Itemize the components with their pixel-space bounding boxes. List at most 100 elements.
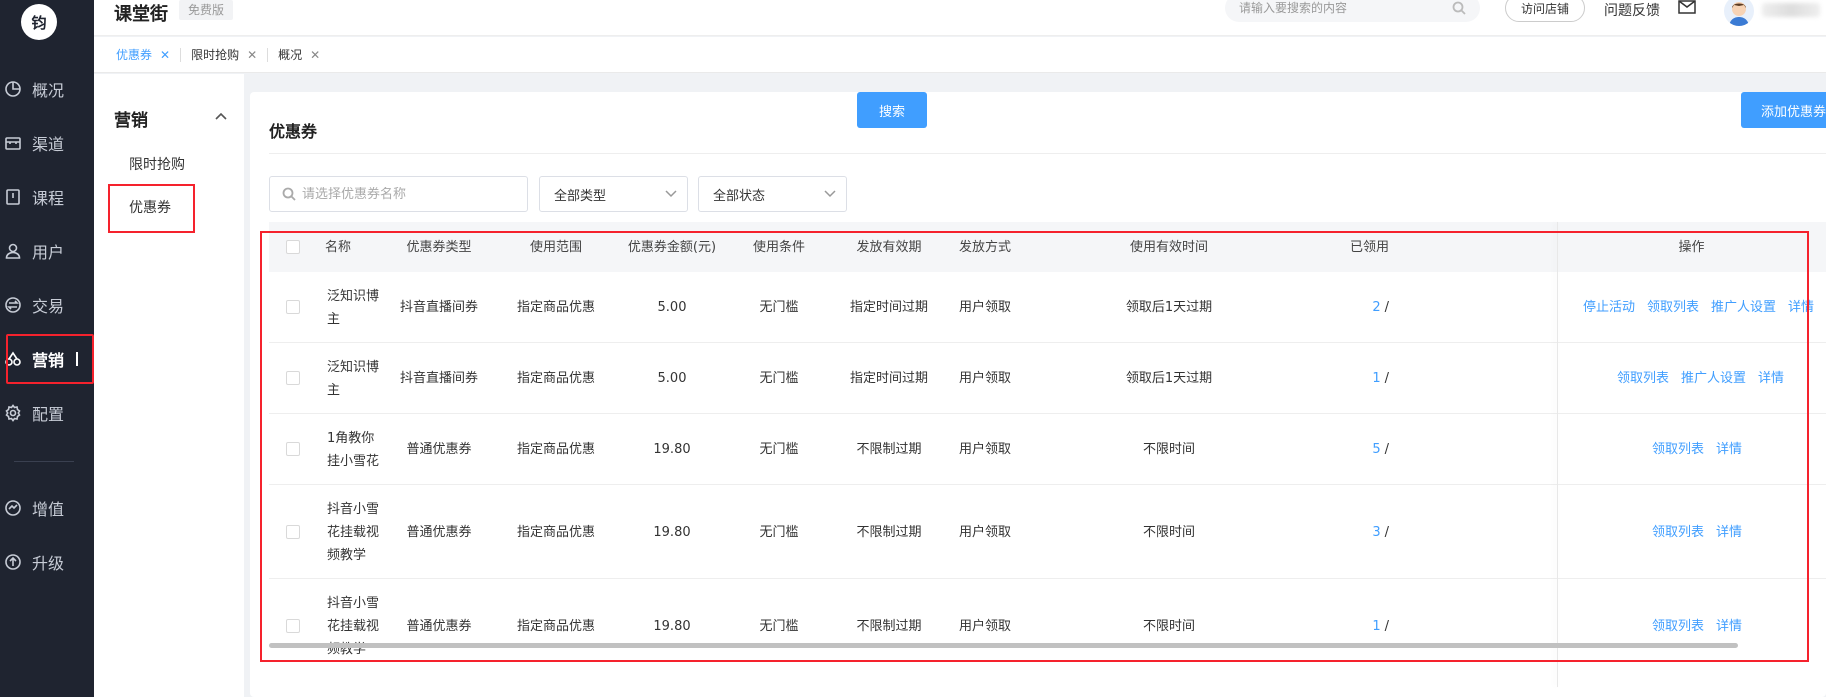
search-icon[interactable] <box>1452 1 1466 15</box>
claimed-count[interactable]: 2/ <box>1309 272 1389 343</box>
claim-list-link[interactable]: 领取列表 <box>1652 521 1704 544</box>
visit-store-button[interactable]: 访问店铺 <box>1505 0 1585 22</box>
nav-item-overview[interactable]: 概况 <box>0 69 94 109</box>
coupon-issue-method: 用户领取 <box>958 371 1011 386</box>
claimed-count[interactable]: 5/ <box>1309 414 1389 485</box>
nav-item-transactions[interactable]: 交易 <box>0 285 94 325</box>
details-link[interactable]: 详情 <box>1758 367 1784 390</box>
coupon-condition: 无门槛 <box>759 371 799 386</box>
claim-list-link[interactable]: 领取列表 <box>1647 296 1699 319</box>
exchange-icon <box>2 294 24 316</box>
details-link[interactable]: 详情 <box>1716 615 1742 638</box>
coupon-issue-validity: 不限制过期 <box>856 442 922 457</box>
search-button[interactable]: 搜索 <box>857 92 927 128</box>
claimed-count[interactable]: 3/ <box>1309 485 1389 579</box>
upgrade-icon <box>2 551 24 573</box>
details-link[interactable]: 详情 <box>1716 438 1742 461</box>
details-link[interactable]: 详情 <box>1788 296 1814 319</box>
marketing-submenu: 营销 限时抢购 优惠券 <box>94 74 244 697</box>
coupon-issue-validity: 不限制过期 <box>856 618 922 634</box>
app-title: 课堂街 <box>114 4 168 25</box>
close-icon[interactable]: ✕ <box>160 48 170 62</box>
status-select[interactable]: 全部状态 <box>698 176 847 212</box>
left-nav: 钧 概况 渠道 课程 用户 交易 营销 配置 增值 升级 <box>0 0 94 697</box>
nav-item-channels[interactable]: 渠道 <box>0 123 94 163</box>
close-icon[interactable]: ✕ <box>247 48 257 62</box>
horizontal-scrollbar[interactable] <box>269 643 1738 648</box>
select-all-checkbox[interactable] <box>286 240 300 254</box>
tab-flash-sale[interactable]: 限时抢购 ✕ <box>191 47 269 62</box>
row-checkbox[interactable] <box>286 525 300 539</box>
claimed-count-value[interactable]: 1 <box>1372 615 1380 638</box>
coupon-name-input[interactable] <box>302 186 527 202</box>
tab-overview[interactable]: 概况 ✕ <box>278 48 330 63</box>
add-coupon-button[interactable]: 添加优惠券 <box>1741 92 1826 128</box>
claimed-count-value[interactable]: 1 <box>1372 367 1380 390</box>
row-actions: 领取列表 详情 <box>1557 579 1826 673</box>
coupon-use-validity: 不限时间 <box>1142 618 1195 634</box>
nav-item-label: 交易 <box>32 297 65 316</box>
coupon-name: 泛知识博主 <box>327 359 380 398</box>
global-search[interactable] <box>1225 0 1480 22</box>
chevron-up-icon[interactable] <box>214 110 228 124</box>
app-logo[interactable]: 钧 <box>21 4 57 40</box>
mail-icon[interactable] <box>1678 0 1696 14</box>
claimed-count-value[interactable]: 2 <box>1372 296 1380 319</box>
details-link[interactable]: 详情 <box>1716 521 1742 544</box>
nav-item-value-added[interactable]: 增值 <box>0 488 94 528</box>
coupon-issue-validity: 指定时间过期 <box>849 371 928 386</box>
claimed-count-value[interactable]: 3 <box>1372 521 1380 544</box>
row-checkbox[interactable] <box>286 442 300 456</box>
claim-list-link[interactable]: 领取列表 <box>1652 438 1704 461</box>
claim-list-link[interactable]: 领取列表 <box>1617 367 1669 390</box>
claimed-count-value[interactable]: 5 <box>1372 438 1380 461</box>
claimed-count[interactable]: 1/ <box>1309 579 1389 673</box>
promoter-settings-link[interactable]: 推广人设置 <box>1711 296 1776 319</box>
coupon-use-validity: 不限时间 <box>1142 442 1195 457</box>
global-search-input[interactable] <box>1239 1 1452 15</box>
row-checkbox[interactable] <box>286 371 300 385</box>
coupon-use-validity: 不限时间 <box>1142 524 1195 540</box>
coupon-issue-method: 用户领取 <box>958 618 1011 634</box>
marketing-icon <box>2 348 24 370</box>
coupon-type: 普通优惠券 <box>406 618 472 634</box>
avatar[interactable] <box>1724 0 1754 26</box>
coupon-name-filter[interactable] <box>269 176 528 212</box>
submenu-item-coupons[interactable]: 优惠券 <box>129 197 171 217</box>
status-select-value: 全部状态 <box>713 188 766 204</box>
tab-coupons[interactable]: 优惠券 ✕ <box>116 47 182 62</box>
claimed-count[interactable]: 1/ <box>1309 343 1389 414</box>
row-checkbox[interactable] <box>286 300 300 314</box>
close-icon[interactable]: ✕ <box>310 48 320 62</box>
coupon-name: 泛知识博主 <box>327 288 380 327</box>
coupon-issue-method: 用户领取 <box>958 442 1011 457</box>
col-condition: 使用条件 <box>752 239 805 255</box>
claim-list-link[interactable]: 领取列表 <box>1652 615 1704 638</box>
promoter-settings-link[interactable]: 推广人设置 <box>1681 367 1746 390</box>
submenu-item-flash-sale[interactable]: 限时抢购 <box>129 154 185 174</box>
nav-item-users[interactable]: 用户 <box>0 231 94 271</box>
nav-divider <box>14 461 74 462</box>
tab-label: 概况 <box>278 48 303 62</box>
row-checkbox[interactable] <box>286 619 300 633</box>
stop-activity-link[interactable]: 停止活动 <box>1583 296 1635 319</box>
nav-item-upgrade[interactable]: 升级 <box>0 542 94 582</box>
col-issue-validity: 发放有效期 <box>856 239 922 255</box>
row-actions: 领取列表 详情 <box>1557 414 1826 485</box>
nav-item-settings[interactable]: 配置 <box>0 393 94 433</box>
chevron-down-icon <box>665 190 677 198</box>
table-row: 抖音小雪花挂载视频教学 普通优惠券 指定商品优惠 19.80 无门槛 不限制过期… <box>269 485 1826 579</box>
coupon-amount: 19.80 <box>653 524 691 540</box>
plan-badge: 免费版 <box>179 0 234 20</box>
feedback-link[interactable]: 问题反馈 <box>1604 0 1660 20</box>
col-type: 优惠券类型 <box>406 239 472 255</box>
coupon-issue-validity: 指定时间过期 <box>849 300 928 315</box>
coupon-issue-validity: 不限制过期 <box>856 524 922 540</box>
col-use-validity: 使用有效时间 <box>1129 239 1208 255</box>
nav-item-courses[interactable]: 课程 <box>0 177 94 217</box>
coupon-amount: 5.00 <box>657 371 687 386</box>
type-select[interactable]: 全部类型 <box>539 176 688 212</box>
nav-item-label: 增值 <box>32 500 65 519</box>
user-icon <box>2 240 24 262</box>
nav-item-marketing[interactable]: 营销 <box>0 339 94 379</box>
